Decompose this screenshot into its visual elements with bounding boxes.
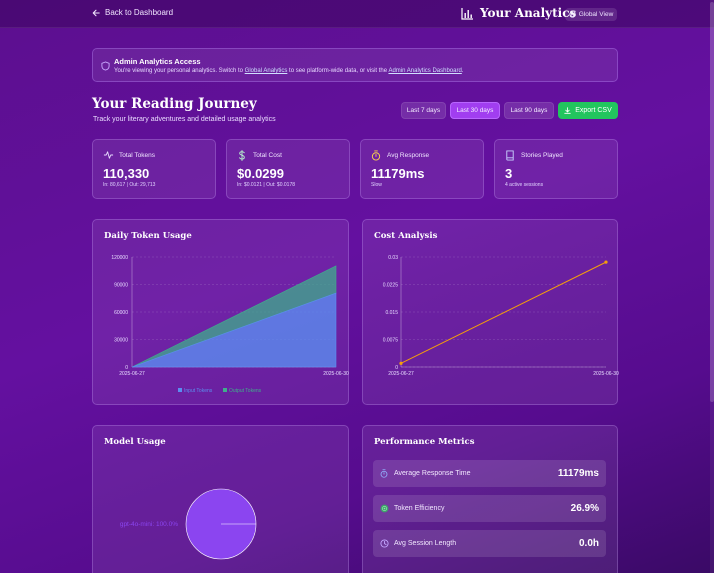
page-title: Your Reading Journey [92,96,257,112]
page-subtitle: Track your literary adventures and detai… [93,116,276,123]
legend-label: Input Tokens [184,388,213,394]
stat-sub: In: $0.0121 | Out: $0.0178 [237,182,296,188]
y-tick-label: 0.0225 [383,283,399,289]
stat-label: Total Cost [253,152,282,159]
metric-label: Token Efficiency [394,505,445,512]
admin-dashboard-link[interactable]: Admin Analytics Dashboard [388,68,461,74]
export-label: Export CSV [575,107,612,114]
pie-label: gpt-4o-mini: 100.0% [120,521,178,528]
model-usage-panel: Model Usage gpt-4o-mini: 100.0% [92,425,349,573]
global-view-button[interactable]: Global View [565,8,617,21]
y-tick-label: 0.03 [388,255,398,261]
stat-card-total-tokens: Total Tokens 110,330 In: 80,617 | Out: 2… [92,139,216,199]
cost-analysis-panel: Cost Analysis 0 0.0075 0.015 0.0225 0.03 2025… [362,219,619,405]
legend-swatch [223,388,227,392]
arrow-left-icon [92,9,100,16]
stat-value: 3 [505,166,513,181]
bar-chart-icon [461,7,473,20]
top-bar: Back to Dashboard Your Analytics Global … [0,0,714,28]
shield-icon [101,61,110,71]
x-tick-label: 2025-06-30 [593,371,619,377]
y-tick-label: 60000 [114,310,128,316]
y-tick-label: 90000 [114,283,128,289]
performance-metrics-panel: Performance Metrics Average Response Tim… [362,425,618,573]
x-tick-label: 2025-06-27 [119,371,145,377]
metric-row-average-response-time: Average Response Time 11179ms [373,460,606,487]
stat-value: 11179ms [371,166,425,181]
range-last-7-days-button[interactable]: Last 7 days [401,102,446,119]
timer-icon [371,150,381,161]
notice-title: Admin Analytics Access [114,57,201,66]
download-icon [564,107,571,114]
timer-icon [380,469,388,478]
admin-notice: Admin Analytics Access You're viewing yo… [92,48,618,82]
stat-sub: In: 80,617 | Out: 29,713 [103,182,156,188]
panel-title: Performance Metrics [374,437,475,447]
back-to-dashboard-button[interactable]: Back to Dashboard [92,8,173,17]
dollar-icon [239,150,245,161]
stat-label: Avg Response [387,152,430,159]
metric-value: 11179ms [557,468,599,479]
range-last-30-days-button[interactable]: Last 30 days [450,102,500,119]
clock-icon [380,539,389,548]
stat-value: $0.0299 [237,166,284,181]
y-tick-label: 0.0075 [383,338,399,344]
y-tick-label: 120000 [111,255,128,261]
stat-card-avg-response: Avg Response 11179ms Slow [360,139,484,199]
metric-label: Avg Session Length [394,540,457,547]
cost-line [400,261,607,364]
stat-card-total-cost: Total Cost $0.0299 In: $0.0121 | Out: $0… [226,139,350,199]
global-view-label: Global View [578,11,614,18]
stat-card-stories-played: Stories Played 3 4 active sessions [494,139,618,199]
stat-label: Stories Played [521,152,563,159]
y-tick-label: 0.015 [385,310,398,316]
global-analytics-link[interactable]: Global Analytics [245,68,288,74]
metric-row-token-efficiency: Token Efficiency 26.9% [373,495,606,522]
stat-sub: Slow [371,182,382,188]
book-icon [506,150,514,161]
metric-row-avg-session-length: Avg Session Length 0.0h [373,530,606,557]
input-tokens-area [131,292,337,368]
brand: Your Analytics [461,6,576,20]
back-label: Back to Dashboard [105,8,174,17]
daily-token-usage-panel: Daily Token Usage 0 30000 60000 90000 120000… [92,219,349,405]
target-icon [380,504,389,513]
y-tick-label: 30000 [114,338,128,344]
metric-value: 0.0h [578,538,599,549]
globe-icon [569,11,576,18]
range-last-90-days-button[interactable]: Last 90 days [504,102,554,119]
app-title: Your Analytics [480,6,577,20]
metric-label: Average Response Time [394,470,471,477]
cost-point [399,361,403,365]
legend-label: Output Tokens [229,388,262,394]
x-tick-label: 2025-06-27 [388,371,414,377]
token-usage-chart: 03000060000900001200002025-06-27 2025-06-… [111,255,349,394]
x-tick-label: 2025-06-30 [323,371,349,377]
cost-point [604,260,608,264]
legend-swatch [178,388,182,392]
stat-sub: 4 active sessions [505,182,544,188]
stat-value: 110,330 [103,166,150,181]
metric-value: 26.9% [570,503,599,514]
stat-label: Total Tokens [119,152,156,159]
cost-analysis-chart: 00.00750.0150.02250.032025-06-27 2025-06-… [383,255,619,377]
notice-text: You're viewing your personal analytics. … [114,68,464,74]
page-scrollbar[interactable] [710,0,714,573]
model-usage-chart: gpt-4o-mini: 100.0% [120,488,257,560]
export-csv-button[interactable]: Export CSV [558,102,618,119]
activity-icon [103,151,114,159]
